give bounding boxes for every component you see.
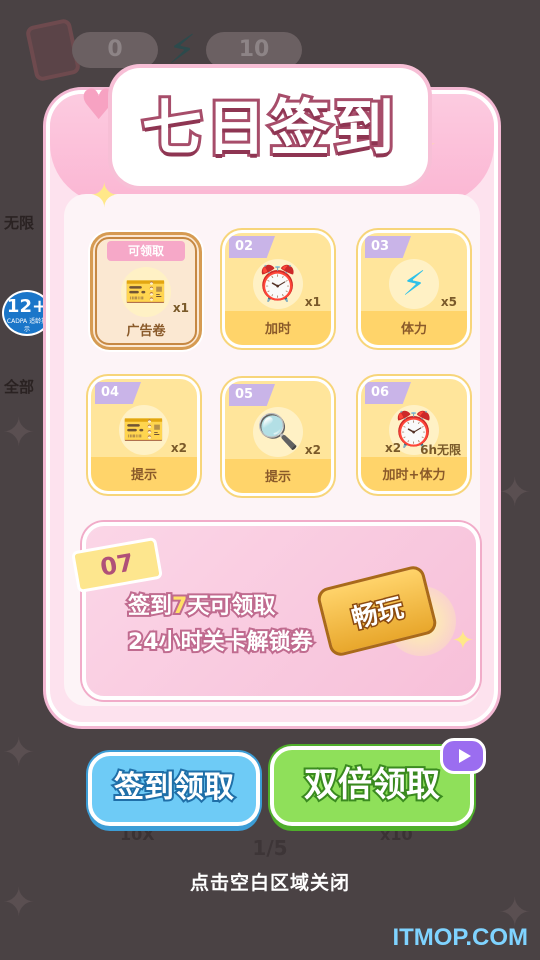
panel-title: 七日签到 — [139, 91, 398, 167]
day7-line2: 24小时关卡解锁券 — [126, 628, 315, 657]
video-ad-icon — [440, 738, 486, 774]
reward-count: x1 — [304, 295, 321, 309]
reward-count: x2 — [304, 443, 321, 457]
day-label: 06 — [365, 382, 411, 404]
magnifier-icon: 🔍 — [253, 407, 303, 457]
ticket-icon: 🎫 — [119, 405, 169, 455]
side-label-mid: 全部 — [4, 378, 35, 396]
sparkle-icon: ✦ — [2, 410, 36, 456]
claimable-tag: 可领取 — [107, 241, 185, 261]
lightning-icon: ⚡ — [389, 259, 439, 309]
day-label: 02 — [229, 236, 275, 258]
sparkle-icon: ✦ — [2, 730, 36, 776]
star-icon: ✦ — [90, 176, 119, 216]
reward-name: 广告卷 — [126, 324, 166, 339]
lightning-icon: ⚡ — [168, 27, 197, 73]
title-banner: 七日签到 — [112, 68, 428, 186]
reward-name: 提示 — [130, 468, 157, 483]
watermark: ITMOP.COM — [392, 924, 528, 951]
reward-count: x2 — [385, 441, 402, 455]
reward-count: x1 — [172, 301, 189, 315]
reward-name: 加时 — [264, 322, 291, 337]
reward-count-secondary: 6h无限 — [420, 443, 461, 457]
reward-card-day6[interactable]: 06 ⏰ x2 6h无限 加时+体力 — [358, 376, 470, 494]
reward-name: 加时+体力 — [382, 468, 446, 483]
reward-card-day5[interactable]: 05 🔍 x2 提示 — [222, 378, 334, 496]
reward-card-day2[interactable]: 02 ⏰ x1 加时 — [222, 230, 334, 348]
pass-label: 畅玩 — [347, 592, 408, 637]
day7-line1: 签到7天可领取 — [126, 592, 277, 621]
reward-card-day3[interactable]: 03 ⚡ x5 体力 — [358, 230, 470, 348]
ticket-counter: 0 — [72, 32, 158, 68]
age-rating-badge: 12+ CADPA 适龄提示 — [2, 290, 52, 336]
ticket-icon: 🎫 — [121, 267, 171, 317]
sparkle-icon: ✦ — [498, 470, 532, 516]
reward-count: x2 — [170, 441, 187, 455]
alarm-clock-icon: ⏰ — [253, 259, 303, 309]
day-label: 07 — [71, 536, 163, 594]
close-hint[interactable]: 点击空白区域关闭 — [0, 868, 540, 895]
reward-count: x5 — [440, 295, 457, 309]
reward-card-day4[interactable]: 04 🎫 x2 提示 — [88, 376, 200, 494]
energy-counter: 10 — [206, 32, 302, 68]
reward-card-day7[interactable]: 07 签到7天可领取 24小时关卡解锁券 畅玩 ✦ — [71, 522, 480, 700]
reward-name: 提示 — [264, 470, 291, 485]
reward-name: 体力 — [400, 322, 427, 337]
day-label: 05 — [229, 384, 275, 406]
reward-card-day1[interactable]: 可领取 🎫 x1 广告卷 — [90, 232, 202, 350]
day-label: 04 — [95, 382, 141, 404]
side-label-top: 无限 — [4, 214, 35, 232]
claim-button[interactable]: 签到领取 — [88, 752, 260, 826]
page-indicator: 1/5 — [252, 836, 288, 860]
day-label: 03 — [365, 236, 411, 258]
forward-button: x10 — [380, 825, 413, 844]
sparkle-icon: ✦ — [452, 626, 474, 656]
